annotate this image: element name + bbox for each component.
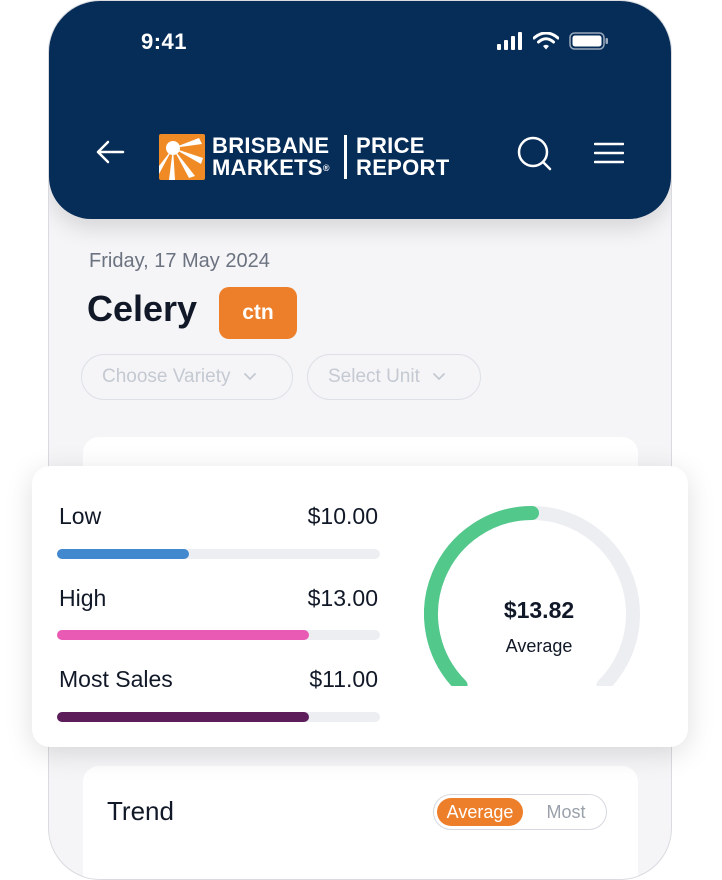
wifi-icon — [533, 32, 559, 50]
back-arrow-icon[interactable] — [93, 135, 127, 169]
low-label: Low — [59, 503, 102, 529]
most-sales-label: Most Sales — [59, 666, 173, 692]
trend-card: Trend Average Most — [83, 766, 638, 879]
chevron-down-icon — [432, 373, 445, 381]
high-label: High — [59, 585, 107, 611]
trend-title: Trend — [107, 796, 174, 826]
unit-select[interactable]: Select Unit — [307, 354, 481, 400]
variety-select[interactable]: Choose Variety — [81, 354, 293, 400]
unit-select-placeholder: Select Unit — [328, 366, 420, 387]
trend-toggle: Average Most — [433, 794, 607, 830]
price-summary-card: Low $10.00 High $13.00 Most Sales $11.00… — [32, 466, 688, 747]
status-time: 9:41 — [141, 29, 188, 54]
high-bar-track — [57, 630, 380, 640]
app-header: 9:41 BRISBANE MARKETS® PRICE REPORT — [49, 1, 671, 219]
chevron-down-icon — [243, 373, 256, 381]
brisbane-markets-logo-icon — [159, 134, 205, 180]
toggle-most[interactable]: Most — [530, 798, 602, 826]
status-icons — [497, 31, 609, 51]
brand-name: BRISBANE MARKETS® — [212, 135, 330, 179]
brand-line-2: MARKETS® — [212, 155, 330, 180]
registered-mark: ® — [322, 163, 330, 173]
average-value: $13.82 — [503, 597, 575, 623]
most-sales-bar-track — [57, 712, 380, 722]
report-line-2: REPORT — [356, 155, 450, 180]
high-value: $13.00 — [307, 585, 378, 611]
unit-badge: ctn — [219, 287, 297, 339]
variety-select-placeholder: Choose Variety — [102, 366, 231, 387]
toggle-average[interactable]: Average — [437, 798, 523, 826]
report-date: Friday, 17 May 2024 — [89, 250, 270, 272]
phone-frame: 9:41 BRISBANE MARKETS® PRICE REPORT Frid… — [48, 0, 672, 880]
high-bar-fill — [57, 630, 309, 640]
signal-icon — [497, 32, 522, 50]
low-bar-fill — [57, 549, 190, 559]
most-sales-value: $11.00 — [309, 666, 378, 692]
brand-line-1: BRISBANE — [212, 133, 330, 158]
report-line-1: PRICE — [356, 133, 425, 158]
average-label: Average — [505, 636, 573, 656]
brand-divider — [344, 135, 347, 179]
most-sales-bar-fill — [57, 712, 309, 722]
battery-icon — [569, 32, 608, 50]
report-title: PRICE REPORT — [356, 135, 449, 179]
search-icon[interactable] — [517, 136, 553, 172]
low-bar-track — [57, 549, 380, 559]
product-name: Celery — [87, 288, 198, 329]
low-value: $10.00 — [307, 503, 378, 529]
hamburger-menu-icon[interactable] — [594, 141, 624, 165]
